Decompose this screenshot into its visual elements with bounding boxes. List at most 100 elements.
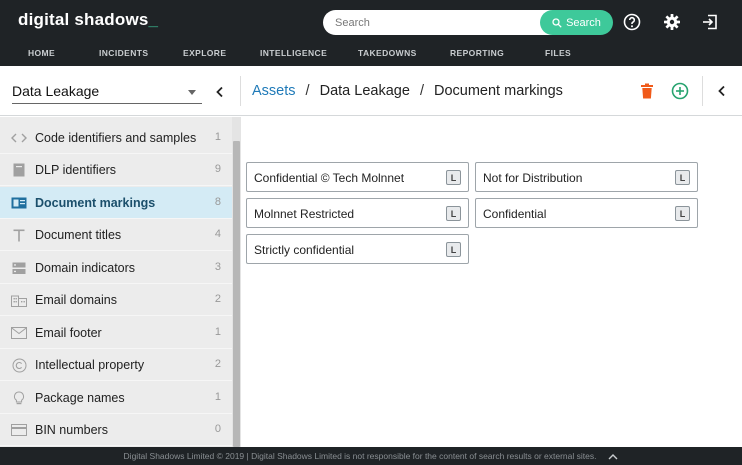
- marked-document-icon: [11, 195, 27, 211]
- divider: [702, 76, 703, 106]
- sidebar-item-count: 1: [214, 391, 221, 403]
- search-button-label: Search: [566, 16, 601, 29]
- server-icon: [11, 260, 27, 276]
- markings-panel: Confidential © Tech Molnnet L Not for Di…: [241, 117, 742, 447]
- sidebar-item-count: 4: [214, 228, 221, 240]
- search-button[interactable]: Search: [540, 10, 613, 35]
- search-bar: Search: [323, 10, 613, 35]
- page-header: Data Leakage Assets / Data Leakage / Doc…: [0, 66, 742, 116]
- sidebar-item-domain-indicators[interactable]: Domain indicators 3: [0, 252, 232, 284]
- nav-reporting[interactable]: REPORTING: [450, 48, 504, 58]
- brand-logo[interactable]: digital shadows_: [18, 10, 158, 30]
- marking-badge: L: [446, 206, 461, 221]
- gear-icon: [664, 14, 680, 30]
- delete-button[interactable]: [637, 81, 657, 101]
- search-input[interactable]: [323, 10, 553, 35]
- footer: Digital Shadows Limited © 2019 | Digital…: [0, 447, 742, 465]
- sidebar-item-dlp-identifiers[interactable]: DLP identifiers 9: [0, 154, 232, 186]
- chevron-up-icon: [608, 453, 618, 459]
- plus-circle-icon: [671, 82, 689, 100]
- marking-chip[interactable]: Not for Distribution L: [475, 162, 698, 192]
- breadcrumb-root[interactable]: Assets: [252, 83, 296, 99]
- marking-chip[interactable]: Molnnet Restricted L: [246, 198, 469, 228]
- marking-badge: L: [446, 242, 461, 257]
- help-button[interactable]: [621, 11, 643, 33]
- marking-label: Molnnet Restricted: [254, 207, 355, 221]
- sidebar-item-label: Email domains: [35, 293, 117, 307]
- sidebar-item-intellectual-property[interactable]: Intellectual property 2: [0, 349, 232, 381]
- category-select-value: Data Leakage: [12, 83, 100, 99]
- sidebar-item-package-names[interactable]: Package names 1: [0, 382, 232, 414]
- nav-explore[interactable]: EXPLORE: [183, 48, 226, 58]
- code-icon: [11, 130, 27, 146]
- breadcrumb-section: Data Leakage: [319, 83, 410, 99]
- breadcrumb-current: Document markings: [434, 83, 563, 99]
- collapse-sidebar-button[interactable]: [210, 82, 230, 102]
- brand-name: digital shadows: [18, 10, 149, 29]
- divider: [240, 76, 241, 106]
- sidebar-item-label: Email footer: [35, 326, 102, 340]
- nav-files[interactable]: FILES: [545, 48, 571, 58]
- logout-icon: [703, 14, 717, 30]
- main-nav: HOME INCIDENTS EXPLORE INTELLIGENCE TAKE…: [0, 44, 742, 64]
- scroll-to-top-button[interactable]: [608, 453, 618, 460]
- sidebar-item-document-markings[interactable]: Document markings 8: [0, 187, 232, 219]
- top-bar: digital shadows_ Search HOME INCIDENTS E…: [0, 0, 742, 66]
- nav-incidents[interactable]: INCIDENTS: [99, 48, 148, 58]
- sidebar-item-label: DLP identifiers: [35, 163, 117, 177]
- copyright-icon: [11, 357, 27, 373]
- sidebar-item-count: 3: [214, 261, 221, 273]
- nav-home[interactable]: HOME: [28, 48, 55, 58]
- sidebar-item-code-identifiers[interactable]: Code identifiers and samples 1: [0, 122, 232, 154]
- settings-button[interactable]: [661, 11, 683, 33]
- trash-icon: [641, 83, 653, 99]
- search-icon: [552, 17, 562, 28]
- marking-chip[interactable]: Confidential © Tech Molnnet L: [246, 162, 469, 192]
- sidebar-item-count: 9: [214, 163, 221, 175]
- sidebar: Code identifiers and samples 1 DLP ident…: [0, 117, 232, 447]
- category-select[interactable]: Data Leakage: [12, 80, 202, 104]
- scrollbar-thumb[interactable]: [233, 141, 240, 447]
- envelope-icon: [11, 325, 27, 341]
- chevron-left-icon: [718, 85, 725, 97]
- building-icon: [11, 292, 27, 308]
- marking-badge: L: [675, 206, 690, 221]
- marking-label: Confidential © Tech Molnnet: [254, 171, 405, 185]
- sidebar-item-label: Document markings: [35, 196, 156, 210]
- sidebar-item-count: 1: [214, 326, 221, 338]
- breadcrumb-separator: /: [419, 83, 424, 99]
- card-icon: [11, 422, 27, 438]
- sidebar-item-document-titles[interactable]: Document titles 4: [0, 219, 232, 251]
- sidebar-item-count: 1: [214, 131, 221, 143]
- sidebar-scrollbar[interactable]: [232, 117, 241, 447]
- logout-button[interactable]: [699, 11, 721, 33]
- sidebar-item-label: Domain indicators: [35, 261, 136, 275]
- sidebar-item-email-domains[interactable]: Email domains 2: [0, 284, 232, 316]
- chevron-left-icon: [216, 86, 223, 98]
- sidebar-item-label: BIN numbers: [35, 423, 108, 437]
- breadcrumb: Assets / Data Leakage / Document marking…: [252, 83, 563, 99]
- help-circle-icon: [623, 13, 641, 31]
- sidebar-item-label: Package names: [35, 391, 125, 405]
- nav-intelligence[interactable]: INTELLIGENCE: [260, 48, 327, 58]
- sidebar-item-label: Code identifiers and samples: [35, 131, 197, 145]
- sidebar-item-label: Document titles: [35, 228, 122, 242]
- marking-badge: L: [675, 170, 690, 185]
- sidebar-item-count: 0: [214, 423, 221, 435]
- sidebar-item-count: 2: [214, 293, 221, 305]
- brand-cursor: _: [148, 10, 159, 29]
- marking-chip[interactable]: Confidential L: [475, 198, 698, 228]
- document-icon: [11, 162, 27, 178]
- nav-takedowns[interactable]: TAKEDOWNS: [358, 48, 417, 58]
- sidebar-item-email-footer[interactable]: Email footer 1: [0, 317, 232, 349]
- title-icon: [11, 227, 27, 243]
- sidebar-item-count: 8: [214, 196, 221, 208]
- add-button[interactable]: [670, 81, 690, 101]
- sidebar-item-bin-numbers[interactable]: BIN numbers 0: [0, 414, 232, 446]
- caret-down-icon: [188, 90, 196, 95]
- collapse-panel-button[interactable]: [712, 81, 732, 101]
- marking-chip[interactable]: Strictly confidential L: [246, 234, 469, 264]
- lightbulb-icon: [11, 390, 27, 406]
- marking-label: Confidential: [483, 207, 547, 221]
- footer-text: Digital Shadows Limited © 2019 | Digital…: [123, 451, 597, 461]
